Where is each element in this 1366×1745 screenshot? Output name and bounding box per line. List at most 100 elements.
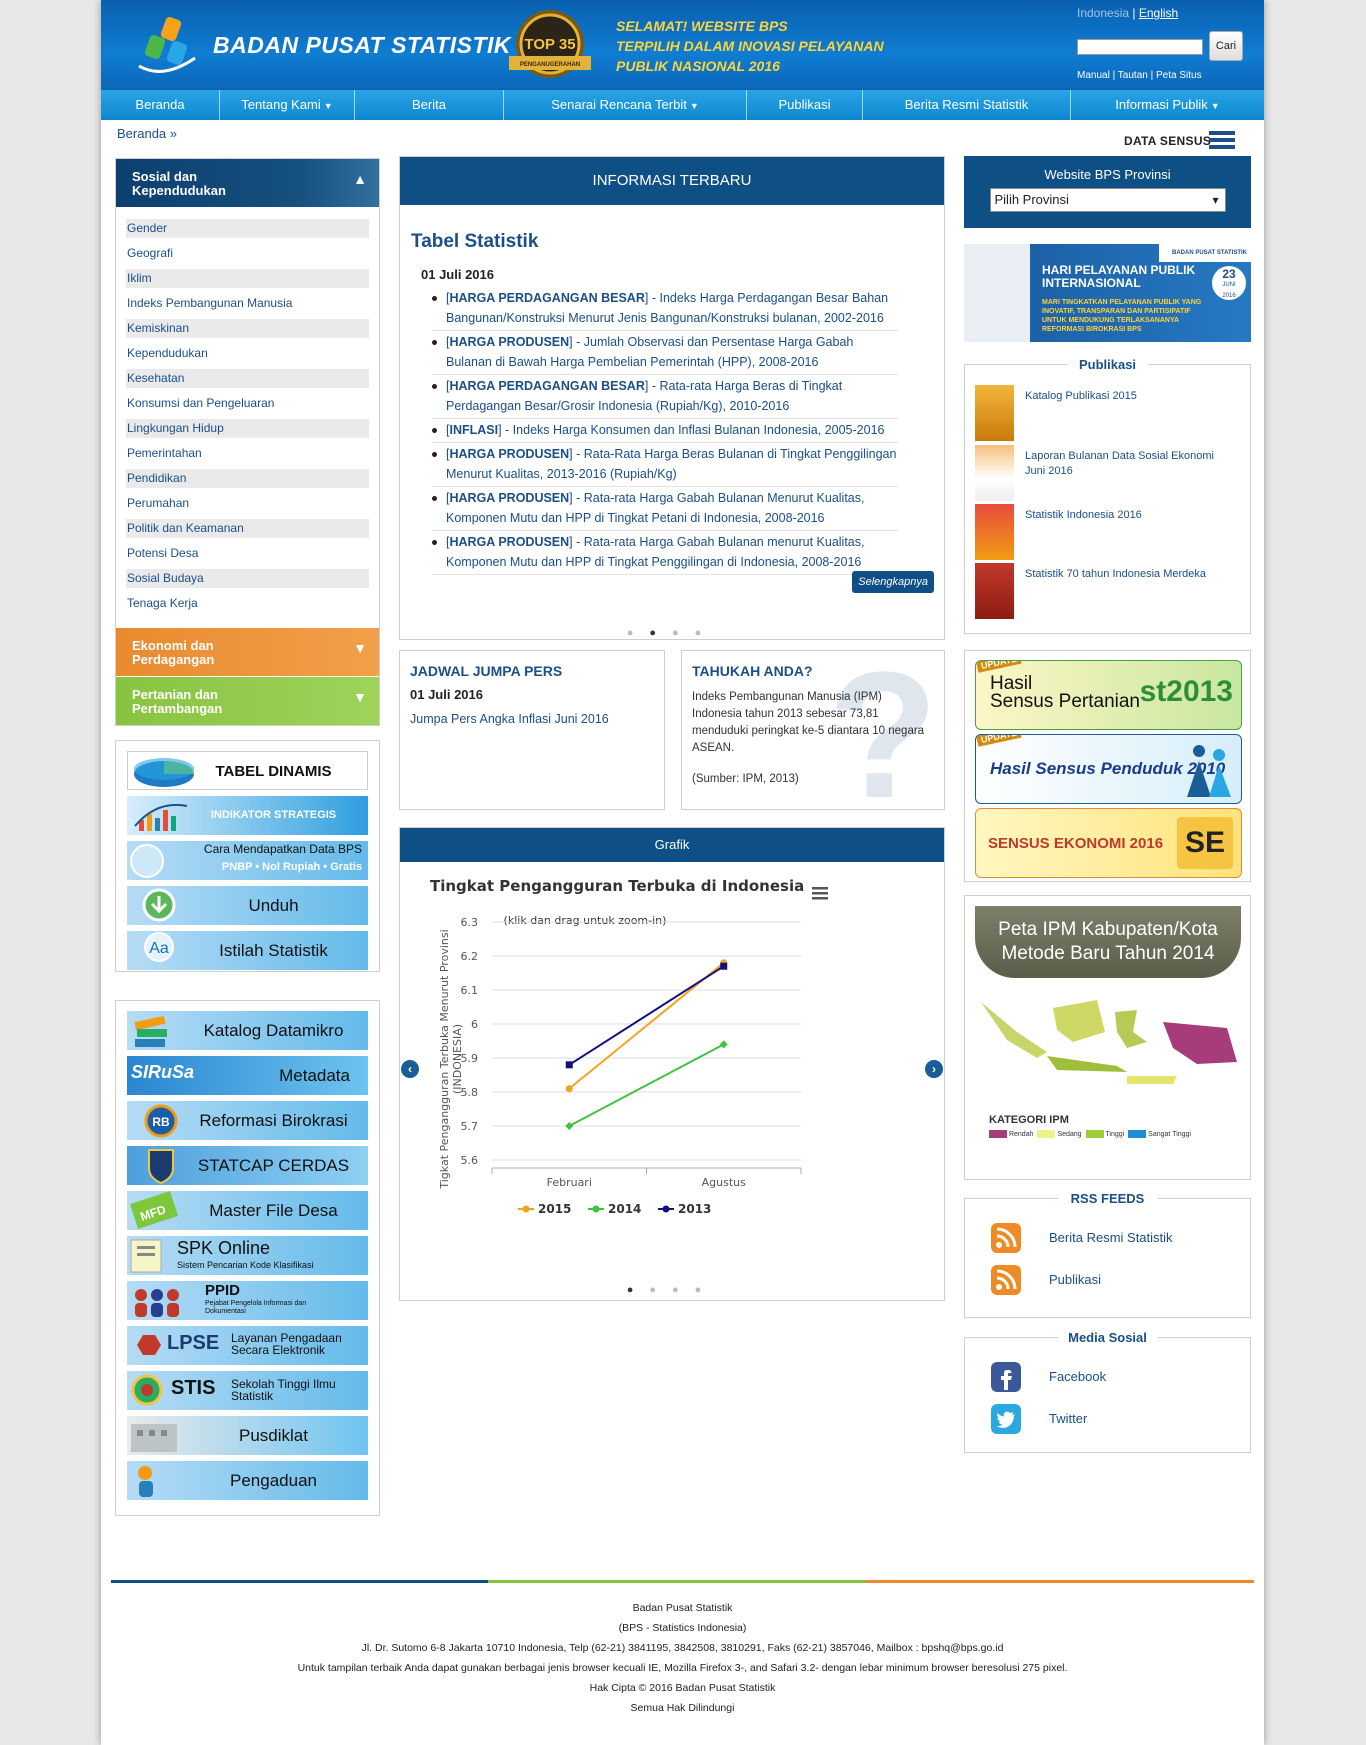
breadcrumb[interactable]: Beranda »	[117, 126, 177, 141]
nav-informasi-publik[interactable]: Informasi Publik ▼	[1071, 90, 1264, 120]
site-title[interactable]: BADAN PUSAT STATISTIK	[213, 32, 511, 59]
chart-legend-label[interactable]: 2014	[608, 1202, 641, 1216]
line-chart[interactable]: Tingkat Pengangguran Terbuka di Indonesi…	[430, 873, 890, 1273]
subcategory-item[interactable]: Gender	[126, 219, 369, 244]
search-input[interactable]	[1077, 39, 1203, 55]
chart-menu-icon[interactable]	[812, 887, 828, 900]
info-item[interactable]: [HARGA PRODUSEN] - Rata-rata Harga Gabah…	[432, 488, 898, 531]
public-service-day-banner[interactable]: BADAN PUSAT STATISTIK HARI PELAYANAN PUB…	[964, 244, 1251, 342]
info-item[interactable]: [HARGA PRODUSEN] - Jumlah Observasi dan …	[432, 332, 898, 375]
expand-down-icon[interactable]: ▼	[353, 641, 367, 655]
info-item[interactable]: [HARGA PRODUSEN] - Rata-Rata Harga Beras…	[432, 444, 898, 487]
subcategory-item[interactable]: Geografi	[126, 244, 369, 269]
info-item[interactable]: [INFLASI] - Indeks Harga Konsumen dan In…	[432, 420, 898, 443]
peta-situs-link[interactable]: Peta Situs	[1156, 70, 1202, 81]
nav-tentang-kami[interactable]: Tentang Kami ▼	[220, 90, 355, 120]
subcategory-item[interactable]: Pendidikan	[126, 469, 369, 494]
tautan-link[interactable]: Tautan	[1118, 70, 1148, 81]
search-button[interactable]: Cari	[1209, 31, 1243, 61]
lpse-banner[interactable]: LPSE Layanan Pengadaan Secara Elektronik	[127, 1326, 368, 1365]
facebook-link[interactable]: Facebook	[991, 1362, 1231, 1392]
rss-feed-item[interactable]: Publikasi	[991, 1265, 1231, 1295]
chart-y-tick-label: 5.6	[461, 1154, 479, 1167]
publication-item[interactable]: Statistik 70 tahun Indonesia Merdeka	[975, 563, 1245, 619]
sensus-ekonomi-banner[interactable]: SENSUS EKONOMI 2016 SE	[975, 808, 1242, 878]
pengaduan-banner[interactable]: Pengaduan	[127, 1461, 368, 1500]
subcategory-item[interactable]: Lingkungan Hidup	[126, 419, 369, 444]
lang-indonesia-link[interactable]: Indonesia	[1077, 6, 1129, 20]
carousel-dots[interactable]: ●●●●	[400, 627, 944, 639]
subcategory-item[interactable]: Indeks Pembangunan Manusia	[126, 294, 369, 319]
selengkapnya-button[interactable]: Selengkapnya	[852, 571, 934, 593]
chart-point-2013[interactable]	[720, 962, 728, 970]
subcategory-item[interactable]: Kesehatan	[126, 369, 369, 394]
katalog-datamikro-banner[interactable]: Katalog Datamikro	[127, 1011, 368, 1050]
subcategory-item[interactable]: Iklim	[126, 269, 369, 294]
ipm-map-panel[interactable]: Peta IPM Kabupaten/Kota Metode Baru Tahu…	[964, 895, 1251, 1180]
expand-down-icon[interactable]: ▼	[353, 690, 367, 704]
nav-berita[interactable]: Berita	[355, 90, 504, 120]
istilah-statistik-banner[interactable]: Aa Istilah Statistik	[127, 931, 368, 970]
metadata-banner[interactable]: SIRuSa Metadata	[127, 1056, 368, 1095]
manual-link[interactable]: Manual	[1077, 70, 1110, 81]
chart-legend[interactable]: 2015 2014 2013	[518, 1202, 711, 1216]
chart-point-2015[interactable]	[565, 1085, 573, 1093]
master-file-desa-banner[interactable]: MFD Master File Desa	[127, 1191, 368, 1230]
sensus-penduduk-banner[interactable]: UPDATE Hasil Sensus Penduduk 2010	[975, 734, 1242, 804]
subcategory-item[interactable]: Perumahan	[126, 494, 369, 519]
subcategory-item[interactable]: Kemiskinan	[126, 319, 369, 344]
info-item[interactable]: [HARGA PRODUSEN] - Rata-rata Harga Gabah…	[432, 532, 898, 575]
pusdiklat-banner[interactable]: Pusdiklat	[127, 1416, 368, 1455]
sensus-pertanian-banner[interactable]: UPDATE Hasil Sensus Pertanian st2013	[975, 660, 1242, 730]
nav-berita-resmi-statistik[interactable]: Berita Resmi Statistik	[863, 90, 1071, 120]
statcap-cerdas-banner[interactable]: STATCAP CERDAS	[127, 1146, 368, 1185]
publication-item[interactable]: Katalog Publikasi 2015	[975, 385, 1245, 441]
cara-mendapatkan-data-banner[interactable]: Cara Mendapatkan Data BPS PNBP • Nol Rup…	[127, 841, 368, 880]
chart-point-2013[interactable]	[565, 1061, 573, 1069]
chart-legend-label[interactable]: 2015	[538, 1202, 571, 1216]
province-select[interactable]: Pilih Provinsi	[989, 188, 1226, 212]
chart-legend-label[interactable]: 2013	[678, 1202, 711, 1216]
info-item[interactable]: [HARGA PERDAGANGAN BESAR] - Indeks Harga…	[432, 288, 898, 331]
nav-publikasi[interactable]: Publikasi	[747, 90, 863, 120]
nav-beranda[interactable]: Beranda	[101, 90, 220, 120]
twitter-link[interactable]: Twitter	[991, 1404, 1231, 1434]
publications-title: Publikasi	[1067, 357, 1148, 372]
ppid-banner[interactable]: PPID Pejabat Pengelola Informasi dan Dok…	[127, 1281, 368, 1320]
info-item[interactable]: [HARGA PERDAGANGAN BESAR] - Rata-rata Ha…	[432, 376, 898, 419]
unduh-banner[interactable]: Unduh	[127, 886, 368, 925]
publication-item[interactable]: Laporan Bulanan Data Sosial Ekonomi Juni…	[975, 445, 1245, 501]
bps-logo-icon[interactable]	[133, 14, 203, 78]
chart-point-2014[interactable]	[565, 1122, 574, 1130]
subcategory-item[interactable]: Politik dan Keamanan	[126, 519, 369, 544]
subcategory-item[interactable]: Kependudukan	[126, 344, 369, 369]
award-announcement[interactable]: SELAMAT! WEBSITE BPS TERPILIH DALAM INOV…	[616, 16, 916, 76]
lang-english-link[interactable]: English	[1139, 6, 1178, 20]
category-economy-header[interactable]: Ekonomi dan Perdagangan ▼	[116, 628, 379, 676]
chart-series-line-2014[interactable]	[568, 1043, 725, 1127]
chart-prev-arrow-icon[interactable]: ‹	[401, 1060, 419, 1078]
nav-senarai-rencana-terbit[interactable]: Senarai Rencana Terbit ▼	[504, 90, 747, 120]
press-schedule-link[interactable]: Jumpa Pers Angka Inflasi Juni 2016	[410, 712, 654, 726]
tabel-dinamis-banner[interactable]: TABEL DINAMIS	[127, 751, 368, 790]
subcategory-item[interactable]: Tenaga Kerja	[126, 594, 369, 619]
category-agriculture-header[interactable]: Pertanian dan Pertambangan ▼	[116, 677, 379, 725]
chart-carousel-dots[interactable]: ●●●●	[400, 1284, 944, 1296]
publication-item[interactable]: Statistik Indonesia 2016	[975, 504, 1245, 560]
subcategory-item[interactable]: Sosial Budaya	[126, 569, 369, 594]
spk-online-banner[interactable]: SPK Online Sistem Pencarian Kode Klasifi…	[127, 1236, 368, 1275]
collapse-up-icon[interactable]: ▲	[353, 172, 367, 186]
rss-feed-item[interactable]: Berita Resmi Statistik	[991, 1223, 1231, 1253]
subcategory-item[interactable]: Pemerintahan	[126, 444, 369, 469]
chart-series-line-2013[interactable]	[568, 965, 725, 1066]
chart-next-arrow-icon[interactable]: ›	[925, 1060, 943, 1078]
subcategory-item[interactable]: Potensi Desa	[126, 544, 369, 569]
hamburger-menu-icon[interactable]	[1209, 131, 1235, 151]
subcategory-item[interactable]: Konsumsi dan Pengeluaran	[126, 394, 369, 419]
chart-point-2014[interactable]	[719, 1040, 728, 1049]
category-social-header[interactable]: Sosial dan Kependudukan ▲	[116, 159, 379, 207]
reformasi-birokrasi-banner[interactable]: RB Reformasi Birokrasi	[127, 1101, 368, 1140]
indikator-strategis-banner[interactable]: INDIKATOR STRATEGIS	[127, 796, 368, 835]
data-sensus-label[interactable]: DATA SENSUS	[1124, 134, 1211, 148]
stis-banner[interactable]: STIS Sekolah Tinggi Ilmu Statistik	[127, 1371, 368, 1410]
